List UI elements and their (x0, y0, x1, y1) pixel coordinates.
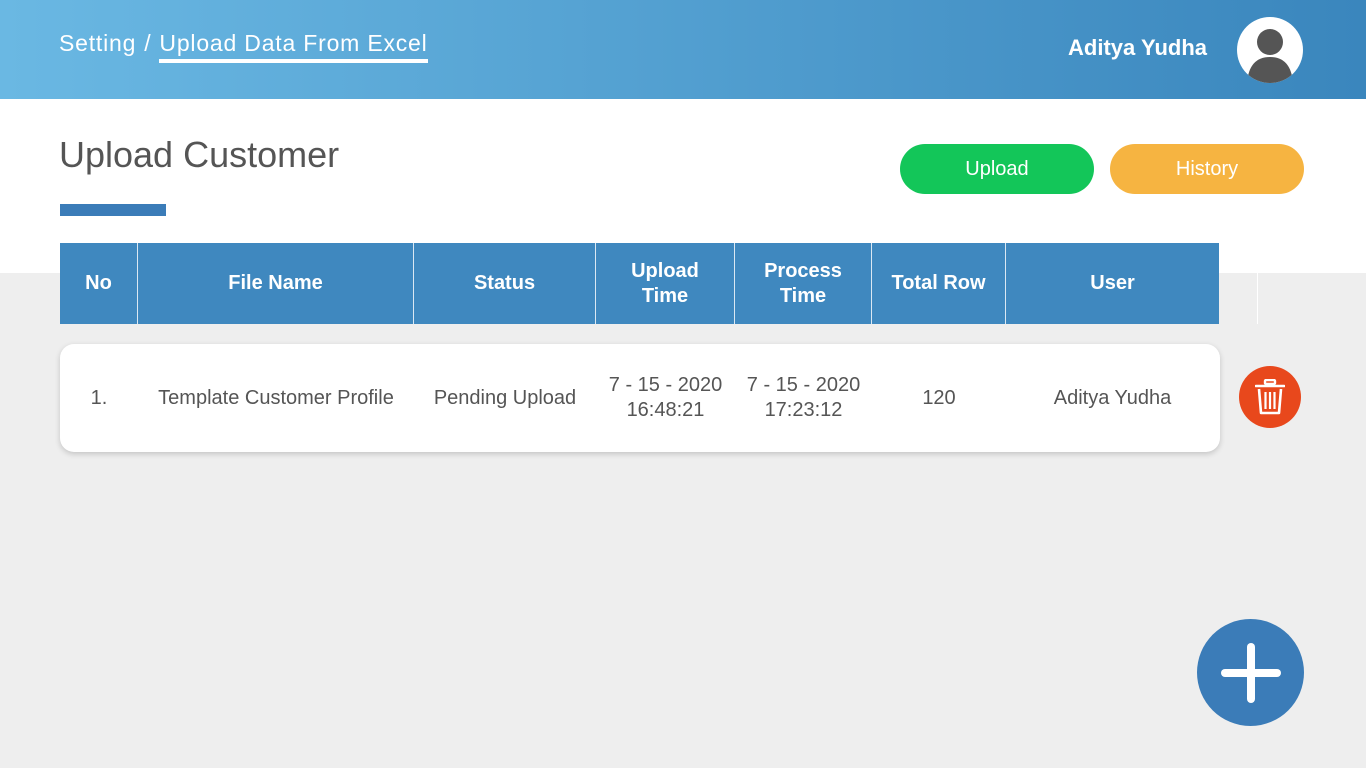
top-header: Setting / Upload Data From Excel Aditya … (0, 0, 1366, 99)
cell-total-row: 120 (922, 386, 956, 409)
cell-user: Aditya Yudha (1053, 386, 1172, 409)
delete-button[interactable] (1239, 366, 1301, 428)
column-header-total-row: Total Row (872, 243, 1006, 324)
plus-icon (1220, 642, 1281, 703)
cell-upload-clock: 16:48:21 (626, 399, 705, 421)
user-avatar-icon[interactable] (1237, 17, 1303, 83)
breadcrumb-setting[interactable]: Setting (59, 30, 136, 63)
cell-process-date: 7 - 15 - 2020 (746, 374, 861, 396)
upload-button[interactable]: Upload (900, 144, 1094, 194)
column-header-process-time: Process Time (735, 243, 872, 324)
column-header-file-name: File Name (138, 243, 414, 324)
cell-file-name: Template Customer Profile (158, 386, 394, 409)
breadcrumb-current[interactable]: Upload Data From Excel (159, 30, 428, 63)
cell-upload-date: 7 - 15 - 2020 (608, 374, 723, 396)
column-header-status: Status (414, 243, 596, 324)
table-row[interactable]: 1. Template Customer Profile Pending Upl… (60, 344, 1220, 452)
breadcrumb: Setting / Upload Data From Excel (59, 30, 428, 63)
cell-process-time: 7 - 15 - 2020 17:23:12 (735, 344, 872, 452)
column-header-upload-time-label: Upload Time (631, 259, 699, 307)
column-header-no: No (60, 243, 138, 324)
cell-process-clock: 17:23:12 (764, 399, 843, 421)
title-underline (60, 204, 166, 216)
table-header: No File Name Status Upload Time Process … (60, 243, 1219, 324)
page-title: Upload Customer (59, 134, 340, 175)
cell-status: Pending Upload (433, 386, 577, 409)
cell-upload-time: 7 - 15 - 2020 16:48:21 (596, 344, 735, 452)
column-header-user: User (1090, 272, 1135, 294)
history-button[interactable]: History (1110, 144, 1304, 194)
add-button[interactable] (1197, 619, 1304, 726)
trash-icon (1255, 379, 1285, 415)
column-header-upload-time: Upload Time (596, 243, 735, 324)
breadcrumb-separator: / (144, 30, 152, 56)
column-header-process-time-label: Process Time (764, 259, 842, 307)
user-name: Aditya Yudha (1068, 35, 1207, 60)
cell-no: 1. (90, 386, 108, 409)
side-divider (1257, 273, 1258, 324)
